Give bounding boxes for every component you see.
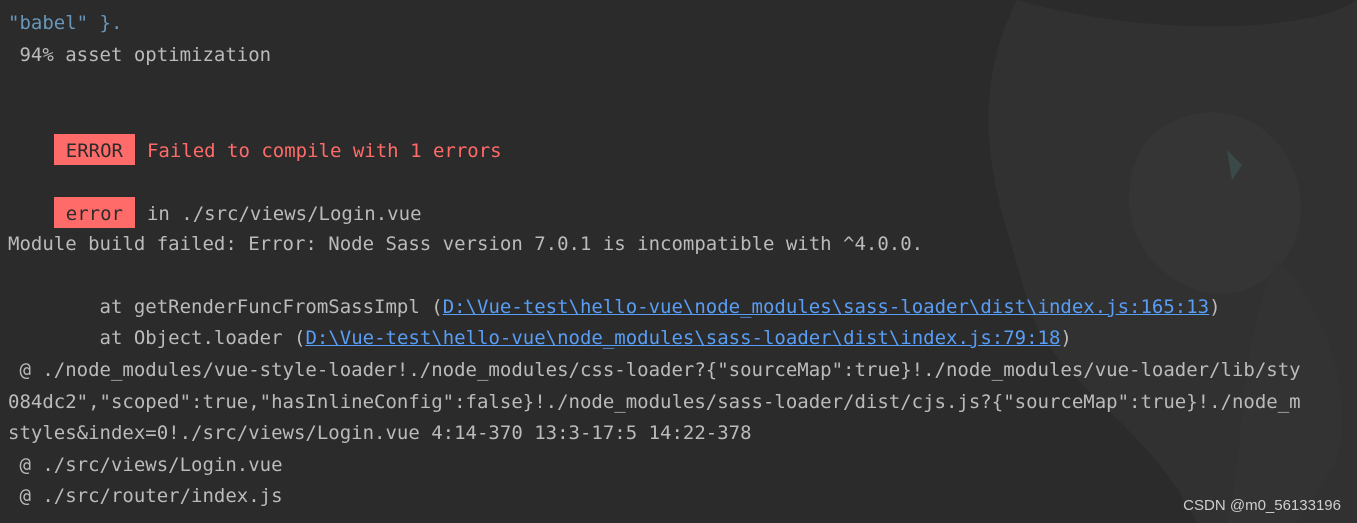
module-chain-line: @ ./src/views/Login.vue (8, 454, 283, 476)
stack-trace-suffix: ) (1209, 296, 1221, 318)
module-chain-line: styles&index=0!./src/views/Login.vue 4:1… (8, 422, 752, 444)
code-line: "babel" }. (8, 12, 123, 34)
stack-trace-prefix: at Object.loader ( (53, 327, 306, 349)
error-summary-line: ERROR Failed to compile with 1 errors (8, 103, 502, 165)
error-badge: ERROR (53, 134, 135, 165)
error-location-line: error in ./src/views/Login.vue (8, 166, 422, 228)
stack-trace-suffix: ) (1060, 327, 1072, 349)
stack-trace-line: at getRenderFuncFromSassImpl (D:\Vue-tes… (8, 261, 1221, 318)
watermark: CSDN @m0_56133196 (1183, 497, 1341, 514)
error-location-text: in ./src/views/Login.vue (146, 203, 422, 225)
error-summary-text: Failed to compile with 1 errors (146, 140, 502, 162)
error-small-badge: error (53, 197, 135, 228)
file-link[interactable]: D:\Vue-test\hello-vue\node_modules\sass-… (305, 327, 1060, 349)
module-chain-line: @ ./node_modules/vue-style-loader!./node… (8, 359, 1301, 381)
module-build-failed-line: Module build failed: Error: Node Sass ve… (8, 233, 924, 255)
module-chain-line: @ ./src/router/index.js (8, 485, 283, 507)
terminal-output[interactable]: "babel" }. 94% asset optimization ERROR F… (0, 0, 1357, 523)
stack-trace-line: at Object.loader (D:\Vue-test\hello-vue\… (8, 292, 1072, 349)
progress-line: 94% asset optimization (8, 44, 272, 66)
module-chain-line: 084dc2","scoped":true,"hasInlineConfig":… (8, 391, 1301, 413)
